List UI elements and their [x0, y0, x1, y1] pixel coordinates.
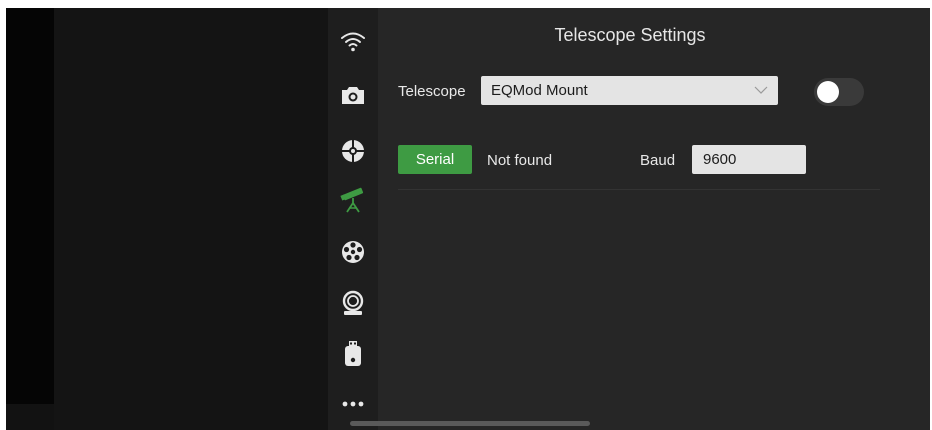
connect-toggle[interactable]: [814, 78, 864, 106]
sidebar-item-guider[interactable]: [328, 131, 378, 171]
focuser-icon: [342, 290, 364, 315]
telescope-icon: [340, 187, 364, 213]
divider: [398, 189, 880, 190]
usb-drive-icon: [345, 341, 361, 366]
camera-icon: [342, 87, 364, 104]
left-edge-strip: [6, 8, 54, 404]
baud-input[interactable]: [692, 145, 806, 174]
toggle-knob: [817, 81, 839, 103]
page-title: Telescope Settings: [554, 25, 706, 45]
sidebar-item-filter-wheel[interactable]: [328, 232, 378, 272]
port-status: Not found: [487, 152, 553, 169]
sidebar-item-storage[interactable]: [328, 334, 378, 374]
app-screen: Telescope Settings Telescope EQMod Mount…: [6, 8, 930, 430]
sidebar-item-camera[interactable]: [328, 75, 378, 115]
horizontal-scrollbar[interactable]: [350, 421, 590, 426]
sidebar-item-wifi[interactable]: [328, 21, 378, 61]
guider-icon: [341, 139, 365, 163]
telescope-select-value: EQMod Mount: [491, 82, 588, 99]
telescope-select[interactable]: EQMod Mount: [481, 76, 778, 105]
telescope-settings-panel: Telescope Settings Telescope EQMod Mount…: [378, 8, 930, 430]
wifi-icon: [341, 32, 365, 52]
sidebar-item-more[interactable]: [328, 384, 378, 424]
serial-button[interactable]: Serial: [398, 145, 472, 174]
filter-wheel-icon: [342, 241, 364, 263]
image-preview-area[interactable]: [54, 8, 328, 430]
chevron-down-icon: [754, 86, 768, 94]
device-sidebar: [328, 8, 378, 430]
sidebar-item-focuser[interactable]: [328, 284, 378, 324]
telescope-label: Telescope: [398, 83, 466, 100]
more-icon: [342, 401, 364, 407]
sidebar-item-telescope[interactable]: [328, 178, 378, 218]
baud-label: Baud: [640, 152, 676, 169]
